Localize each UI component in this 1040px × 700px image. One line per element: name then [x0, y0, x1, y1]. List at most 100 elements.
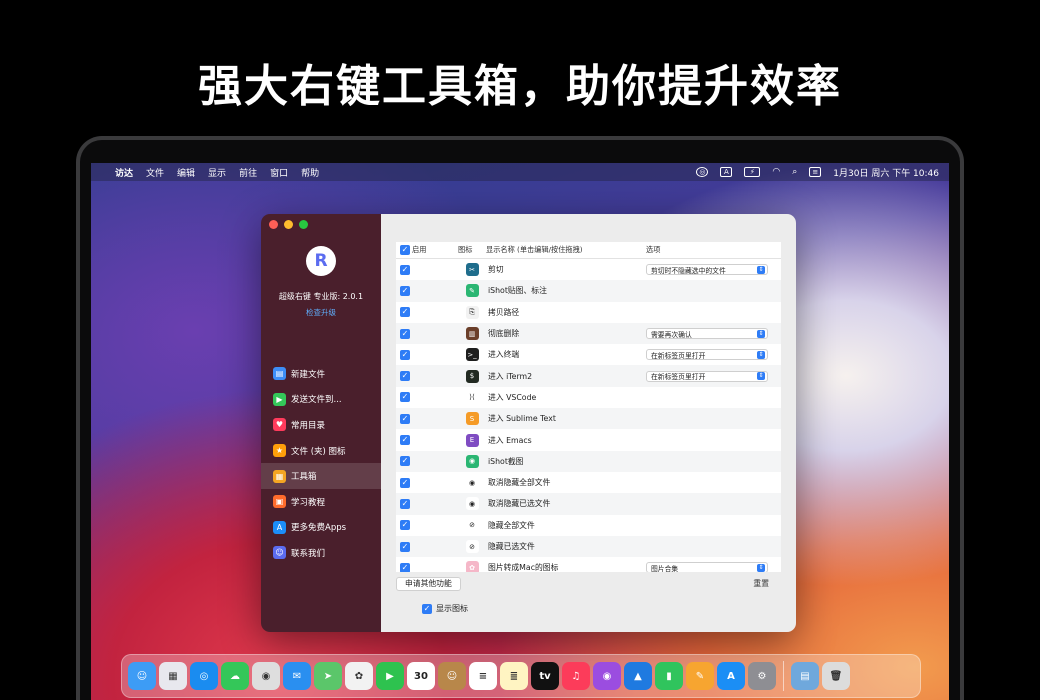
option-select[interactable]: 需要再次确认 ⇕	[646, 328, 768, 340]
table-row[interactable]: ✓ ✿ 图片转成Mac的图标 图片合集 ⇕	[396, 557, 781, 572]
enable-checkbox[interactable]: ✓	[400, 328, 410, 339]
sidebar-item-5[interactable]: ▣ 学习教程	[261, 489, 381, 515]
dock-notes-icon[interactable]: ≣	[500, 662, 528, 690]
sidebar-item-6[interactable]: A 更多免费Apps	[261, 515, 381, 541]
table-row[interactable]: ✓ ◉ iShot截图	[396, 450, 781, 472]
table-row[interactable]: ✓ ⊘ 隐藏全部文件	[396, 515, 781, 536]
copy-path-icon[interactable]: ⎘	[465, 305, 479, 319]
dock-system-preferences-icon[interactable]: ⚙	[748, 662, 776, 690]
display-name-cell[interactable]: 进入终端	[486, 349, 646, 360]
enable-checkbox[interactable]: ✓	[400, 435, 410, 446]
eye-icon[interactable]: ◉	[465, 476, 479, 490]
enable-checkbox[interactable]: ✓	[400, 520, 410, 531]
minimize-button[interactable]	[284, 220, 293, 229]
dock-screenshot-icon[interactable]: ◉	[252, 662, 280, 690]
dock-appletv-icon[interactable]: tv	[531, 662, 559, 690]
sidebar-item-1[interactable]: ▶ 发送文件到...	[261, 387, 381, 413]
sublime-icon[interactable]: S	[465, 412, 479, 426]
menu-help[interactable]: 帮助	[301, 166, 319, 179]
dock-mail-icon[interactable]: ✉	[283, 662, 311, 690]
table-row[interactable]: ✓ S 进入 Sublime Text	[396, 408, 781, 430]
option-select[interactable]: 在新标签页里打开 ⇕	[646, 349, 768, 361]
menu-go[interactable]: 前往	[239, 166, 257, 179]
display-name-cell[interactable]: iShot贴图、标注	[486, 285, 646, 296]
display-name-cell[interactable]: 隐藏全部文件	[486, 520, 646, 531]
ishot-pin-icon[interactable]: ✎	[465, 284, 479, 298]
emacs-icon[interactable]: E	[465, 433, 479, 447]
display-name-cell[interactable]: 进入 Emacs	[486, 435, 646, 446]
image-icon[interactable]: ✿	[465, 561, 479, 572]
dock-photos-icon[interactable]: ✿	[345, 662, 373, 690]
close-button[interactable]	[269, 220, 278, 229]
dock-messages-icon[interactable]: ☁	[221, 662, 249, 690]
vscode-icon[interactable]: ⟩⟨	[465, 390, 479, 404]
display-name-cell[interactable]: iShot截图	[486, 456, 646, 467]
dock-safari-icon[interactable]: ◎	[190, 662, 218, 690]
dock-launchpad-icon[interactable]: ▦	[159, 662, 187, 690]
eye-slash-icon[interactable]: ⊘	[465, 540, 479, 553]
control-center-icon[interactable]: ≡	[809, 167, 822, 177]
enable-checkbox[interactable]: ✓	[400, 413, 410, 424]
table-row[interactable]: ✓ E 进入 Emacs	[396, 429, 781, 450]
dock-calendar-icon[interactable]: 30	[407, 662, 435, 690]
option-select[interactable]: 剪切时不隐藏选中的文件 ⇕	[646, 264, 768, 276]
enable-checkbox[interactable]: ✓	[400, 392, 410, 403]
display-name-cell[interactable]: 拷贝路径	[486, 307, 646, 318]
zoom-button[interactable]	[299, 220, 308, 229]
sidebar-item-3[interactable]: ★ 文件 (夹) 图标	[261, 438, 381, 464]
table-row[interactable]: ✓ ⎘ 拷贝路径	[396, 302, 781, 323]
show-icon-option[interactable]: ✓ 显示图标	[422, 603, 468, 614]
display-name-cell[interactable]: 进入 Sublime Text	[486, 413, 646, 424]
dock-numbers-icon[interactable]: ▮	[655, 662, 683, 690]
dock-finder-icon[interactable]: ☺	[128, 662, 156, 690]
option-select[interactable]: 在新标签页里打开 ⇕	[646, 370, 768, 382]
reset-button[interactable]: 重置	[753, 578, 769, 589]
sidebar-item-7[interactable]: ☺ 联系我们	[261, 540, 381, 566]
display-name-cell[interactable]: 取消隐藏已选文件	[486, 498, 646, 509]
dock-pages-icon[interactable]: ✎	[686, 662, 714, 690]
enable-checkbox[interactable]: ✓	[400, 477, 410, 488]
table-row[interactable]: ✓ ▥ 彻底删除 需要再次确认 ⇕	[396, 322, 781, 345]
cut-icon[interactable]: ✂	[465, 263, 479, 277]
sidebar-item-4[interactable]: ▦ 工具箱	[261, 463, 381, 489]
dock-keynote-icon[interactable]: ▲	[624, 662, 652, 690]
menu-edit[interactable]: 编辑	[177, 166, 195, 179]
dock-reminders-icon[interactable]: ≡	[469, 662, 497, 690]
option-select[interactable]: 图片合集 ⇕	[646, 562, 768, 572]
search-icon[interactable]: ⌕	[792, 167, 797, 177]
menu-file[interactable]: 文件	[146, 166, 164, 179]
dock-app-store-icon[interactable]: A	[717, 662, 745, 690]
table-row[interactable]: ✓ ✂ 剪切 剪切时不隐藏选中的文件 ⇕	[396, 259, 781, 280]
enable-checkbox[interactable]: ✓	[400, 264, 410, 275]
table-row[interactable]: ✓ ⊘ 隐藏已选文件	[396, 535, 781, 558]
table-row[interactable]: ✓ $ 进入 iTerm2 在新标签页里打开 ⇕	[396, 365, 781, 387]
table-row[interactable]: ✓ ◉ 取消隐藏已选文件	[396, 493, 781, 515]
table-row[interactable]: ✓ >_ 进入终端 在新标签页里打开 ⇕	[396, 344, 781, 365]
enable-checkbox[interactable]: ✓	[400, 285, 410, 296]
dock-music-icon[interactable]: ♫	[562, 662, 590, 690]
enable-all-checkbox[interactable]: ✓	[400, 245, 410, 255]
enable-checkbox[interactable]: ✓	[400, 371, 410, 382]
check-update-link[interactable]: 检查升级	[261, 307, 381, 318]
enable-checkbox[interactable]: ✓	[400, 541, 410, 552]
enable-checkbox[interactable]: ✓	[400, 456, 410, 467]
display-name-cell[interactable]: 彻底删除	[486, 328, 646, 339]
sidebar-item-2[interactable]: ♥ 常用目录	[261, 412, 381, 438]
dock-maps-icon[interactable]: ➤	[314, 662, 342, 690]
wifi-icon[interactable]: ◠	[772, 167, 780, 177]
terminal-icon[interactable]: >_	[465, 348, 479, 362]
display-name-cell[interactable]: 剪切	[486, 264, 646, 275]
battery-icon[interactable]: ⚡	[744, 167, 761, 177]
eye-slash-icon[interactable]: ⊘	[465, 518, 479, 532]
iterm2-icon[interactable]: $	[465, 369, 479, 383]
dock-trash-icon[interactable]: 🗑	[822, 662, 850, 690]
display-name-cell[interactable]: 取消隐藏全部文件	[486, 477, 646, 488]
dock-downloads-stack-icon[interactable]: ▤	[791, 662, 819, 690]
enable-checkbox[interactable]: ✓	[400, 349, 410, 360]
ishot-icon[interactable]: ◉	[465, 454, 479, 468]
display-name-cell[interactable]: 进入 iTerm2	[486, 371, 646, 382]
enable-checkbox[interactable]: ✓	[400, 307, 410, 318]
menu-view[interactable]: 显示	[208, 166, 226, 179]
menu-finder[interactable]: 访达	[115, 166, 133, 179]
display-name-cell[interactable]: 图片转成Mac的图标	[486, 562, 646, 572]
